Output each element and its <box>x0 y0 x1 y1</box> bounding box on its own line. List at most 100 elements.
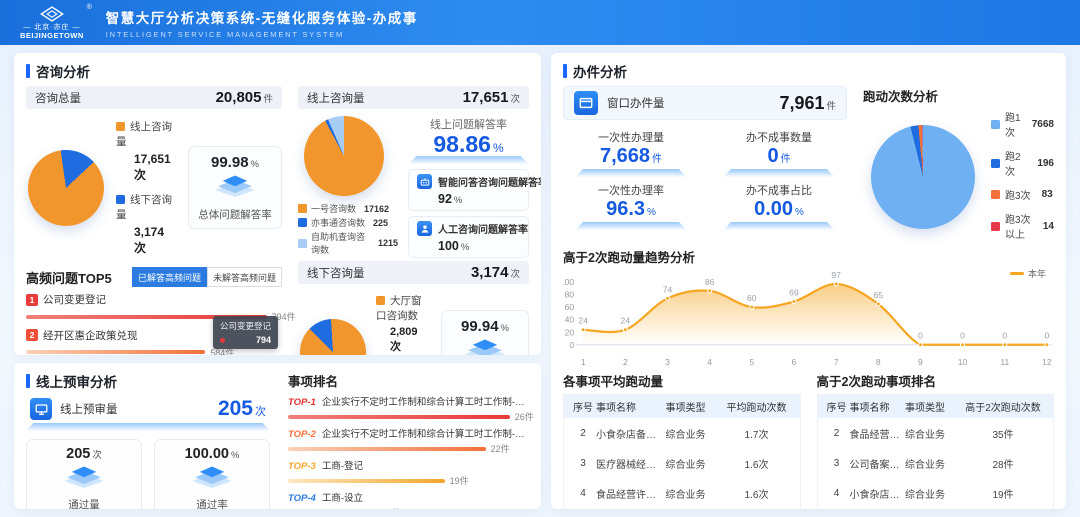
top5-list: 公司变更登记 794 1公司变更登记 794件2经开区惠企政策兑现 584件3机… <box>26 292 282 355</box>
table-header: 序号事项名称事项类型平均跑动次数 <box>564 395 800 418</box>
legend-item: 线下咨询量3,174 次 <box>116 192 176 256</box>
pie-offline <box>300 319 366 355</box>
svg-text:20: 20 <box>565 327 575 337</box>
svg-text:60: 60 <box>565 302 575 312</box>
logo-registered-mark: ® <box>87 4 92 11</box>
platform-shape <box>408 156 529 164</box>
svg-text:86: 86 <box>705 277 715 287</box>
offline-legend: 大厅窗口咨询数2,809 次亦企服务港咨询365 次 <box>376 293 431 355</box>
svg-text:69: 69 <box>789 287 799 297</box>
bar <box>288 415 510 419</box>
legend-swatch <box>298 239 307 248</box>
svg-text:11: 11 <box>1000 357 1009 367</box>
svg-text:4: 4 <box>707 357 712 367</box>
bar <box>288 447 486 451</box>
platform-shape <box>575 222 687 230</box>
online-legend: 一号咨询数17162亦事通咨询数225自助机查询咨询数1215 <box>298 202 398 257</box>
ranking-item: TOP-1企业实行不定时工作制和综合计算工时工作制-新办 26件 <box>288 394 529 423</box>
window-icon <box>574 91 598 115</box>
legend-item: 跑1次7668 <box>991 109 1054 139</box>
svg-text:65: 65 <box>874 290 884 300</box>
ranking-title: 事项排名 <box>288 371 529 390</box>
tab-unanswered[interactable]: 未解答高频问题 <box>207 267 282 287</box>
rank-label: TOP-3 <box>288 461 316 472</box>
svg-text:24: 24 <box>578 316 588 326</box>
stat-fail-rate: 办不成事占比 0.00% <box>711 180 847 231</box>
app-subtitle: INTELLIGENT SERVICE MANAGEMENT SYSTEM <box>106 30 418 39</box>
legend-swatch <box>991 120 1000 129</box>
preview-section-title: 线上预审分析 <box>26 371 270 391</box>
preview-panel: 线上预审分析 线上预审量 205次 205次 通过量 <box>14 363 541 509</box>
table-row: 2食品经营许可新办综合业务35件 <box>818 418 1054 448</box>
table-row: 5因公司合并（分...综合业务1.5次 <box>564 508 800 509</box>
offline-rate-card: 99.94% 线下问题解答率 <box>441 310 529 355</box>
logo-icon <box>39 6 65 22</box>
svg-text:8: 8 <box>876 357 881 367</box>
legend-item: 跑3次83 <box>991 187 1054 202</box>
svg-text:7: 7 <box>834 357 839 367</box>
section-bar <box>26 64 30 78</box>
svg-text:60: 60 <box>747 293 757 303</box>
stat-once-rate: 一次性办理率 96.3% <box>563 180 699 231</box>
ranking-item: TOP-4工商-设立 11件 <box>288 490 529 509</box>
consult-total-legend: 线上咨询量17,651 次线下咨询量3,174 次 <box>116 119 176 256</box>
preview-banner: 线上预审量 205次 <box>26 396 270 423</box>
stat-fail-count: 办不成事数量 0件 <box>711 127 847 178</box>
over2-runs-table[interactable]: 序号事项名称事项类型高于2次跑动次数2食品经营许可新办综合业务35件3公司备案登… <box>817 394 1055 509</box>
platform-shape <box>723 222 835 230</box>
online-rate-title: 线上问题解答率 <box>408 116 529 132</box>
table-row: 3公司备案登记综合业务28件 <box>818 448 1054 478</box>
line-legend-swatch <box>1010 272 1024 275</box>
online-consult-bar: 线上咨询量 17,651次 <box>298 86 529 109</box>
svg-text:3: 3 <box>665 357 670 367</box>
rank-badge: 1 <box>26 294 38 306</box>
monitor-icon <box>30 398 52 420</box>
table-row: 4小食杂店备案新办综合业务19件 <box>818 478 1054 508</box>
svg-text:5: 5 <box>749 357 754 367</box>
legend-swatch <box>298 204 307 213</box>
table-row: 5小餐饮店新办综合业务15件 <box>818 508 1054 509</box>
table-header: 序号事项名称事项类型高于2次跑动次数 <box>818 395 1054 418</box>
avg-runs-table[interactable]: 序号事项名称事项类型平均跑动次数2小食杂店备案新办综合业务1.7次3医疗器械经营… <box>563 394 801 509</box>
case-stats-grid: 一次性办理量 7,668件 办不成事数量 0件 一次性办理率 96.3% <box>563 127 847 231</box>
legend-swatch <box>991 222 1000 231</box>
logo-cn-text: — 北京·亦庄 — <box>23 24 80 31</box>
svg-text:6: 6 <box>792 357 797 367</box>
top5-title: 高频问题TOP5 <box>26 268 112 287</box>
ranking-list: TOP-1企业实行不定时工作制和综合计算工时工作制-新办 26件TOP-2企业实… <box>288 394 529 509</box>
pass-rate-card: 100.00% 通过率 <box>154 439 270 509</box>
consult-panel: 咨询分析 咨询总量 20,805件 线上咨询量17,651 次线下咨询量3,17… <box>14 53 541 355</box>
cases-section-title: 办件分析 <box>563 61 1054 81</box>
tab-answered[interactable]: 已解答高频问题 <box>132 267 207 287</box>
stat-once-volume: 一次性办理量 7,668件 <box>563 127 699 178</box>
svg-text:10: 10 <box>958 357 968 367</box>
trend-line-chart: 0204060801002412427438646056969776580901… <box>563 270 1054 367</box>
diamond-stack-icon <box>159 465 265 496</box>
svg-text:2: 2 <box>623 357 628 367</box>
legend-swatch <box>376 296 385 305</box>
manual-rate-card: 人工咨询问题解答率 100% <box>408 216 529 258</box>
legend-item: 一号咨询数17162 <box>298 202 398 215</box>
svg-text:0: 0 <box>918 331 923 341</box>
trend-title: 高于2次跑动量趋势分析 <box>563 247 1054 266</box>
diamond-stack-icon <box>446 338 524 355</box>
platform-shape <box>26 423 270 431</box>
svg-text:0: 0 <box>1045 331 1050 341</box>
section-bar <box>563 64 567 78</box>
platform-shape <box>575 169 687 177</box>
legend-swatch <box>298 218 307 227</box>
trend-legend: 本年 <box>1010 267 1046 280</box>
svg-text:40: 40 <box>565 315 575 325</box>
online-rate-value: 98.86% <box>408 132 529 156</box>
svg-text:9: 9 <box>918 357 923 367</box>
rank-label: TOP-1 <box>288 397 316 408</box>
rank-label: TOP-4 <box>288 493 316 504</box>
svg-text:0: 0 <box>1002 331 1007 341</box>
person-icon <box>417 221 432 236</box>
svg-text:1: 1 <box>581 357 586 367</box>
window-volume-card: 窗口办件量 7,961件 <box>563 86 847 120</box>
app-header: ® — 北京·亦庄 — BEIJINGETOWN 智慧大厅分析决策系统-无缝化服… <box>0 0 1080 45</box>
bar <box>26 350 205 354</box>
svg-text:97: 97 <box>831 270 841 280</box>
pie-runs <box>871 125 975 229</box>
